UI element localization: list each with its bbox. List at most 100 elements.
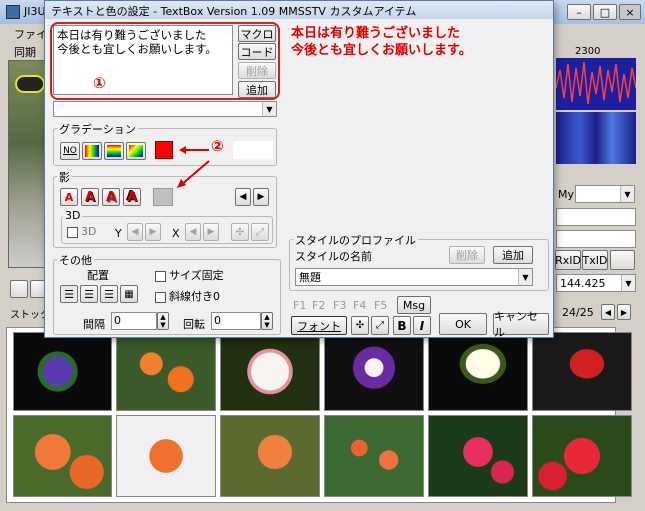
expand-icon: ⤢ — [376, 320, 384, 331]
msg-button[interactable]: Msg — [397, 296, 431, 314]
spacing-input[interactable]: 0 — [111, 312, 157, 330]
rotation-input[interactable]: 0 — [211, 312, 261, 330]
fkey-f2[interactable]: F2 — [312, 299, 325, 312]
bold-button[interactable]: B — [393, 316, 411, 335]
maximize-icon: □ — [599, 5, 611, 19]
frequency-label: 2300 — [575, 46, 601, 57]
shadow-3d-check-icon — [67, 226, 78, 238]
gradation-color-preview — [233, 141, 273, 159]
shadow-style-1-button[interactable]: A — [60, 188, 78, 206]
rxid-button[interactable]: RxID — [555, 250, 581, 270]
arrow-right-icon: ▶ — [620, 307, 628, 317]
fkey-f3[interactable]: F3 — [333, 299, 346, 312]
shadow-style-4-button[interactable]: A — [123, 188, 141, 206]
spacing-spinner[interactable]: ▲ ▼ — [157, 312, 169, 330]
my-call-combo[interactable]: ▼ — [575, 185, 635, 203]
dialog-title-bar: テキストと色の設定 - TextBox Version 1.09 MMSSTV … — [45, 1, 553, 19]
italic-button[interactable]: I — [413, 316, 431, 335]
maximize-button[interactable]: □ — [593, 4, 617, 20]
align-left-button[interactable]: ☰ — [60, 285, 78, 303]
thumbnail-12[interactable] — [532, 415, 632, 497]
fkey-f4[interactable]: F4 — [353, 299, 366, 312]
fixed-size-check-icon — [155, 270, 166, 282]
fixed-size-checkbox[interactable]: サイズ固定 — [155, 267, 224, 283]
y-increment-button[interactable]: ▶ — [145, 223, 161, 241]
thumbnail-5[interactable] — [428, 332, 528, 411]
thumbnail-4[interactable] — [324, 332, 424, 411]
thumbnail-3[interactable] — [220, 332, 320, 411]
style-delete-button[interactable]: 削除 — [449, 246, 485, 264]
annotation-marker-1: ① — [93, 74, 106, 92]
minimize-button[interactable]: – — [567, 4, 591, 20]
fkey-f5[interactable]: F5 — [374, 299, 387, 312]
rsv-button[interactable] — [610, 250, 635, 270]
annotation-arrow-diagonal — [177, 160, 210, 188]
align-center-icon: ☰ — [84, 287, 94, 301]
shadow-style-2-button[interactable]: A — [81, 188, 99, 206]
solid-color-swatch[interactable] — [155, 141, 173, 159]
font-expand-button[interactable]: ⤢ — [371, 316, 389, 335]
ok-button[interactable]: OK — [439, 313, 487, 335]
arrow-left-icon: ◀ — [239, 192, 247, 202]
text-history-combo[interactable]: ▼ — [53, 101, 277, 117]
preview-text-line1: 本日は有り難うございました — [291, 26, 461, 41]
cancel-button[interactable]: キャンセル — [493, 310, 549, 339]
style-add-button[interactable]: 追加 — [493, 246, 533, 264]
annotation-arrow-left — [179, 146, 209, 154]
gradation-label: グラデーション — [57, 121, 138, 137]
shadow-left-button[interactable]: ◀ — [235, 188, 251, 206]
main-tool-1[interactable] — [10, 280, 28, 298]
shrink-button[interactable]: ✣ — [231, 223, 249, 241]
style-name-label: スタイルの名前 — [295, 250, 372, 263]
fkey-f1[interactable]: F1 — [293, 299, 306, 312]
gradation-no-button[interactable]: NO — [60, 142, 80, 160]
align-justify-button[interactable]: ▦ — [120, 285, 138, 303]
style-name-combo[interactable]: 無題 ▼ — [295, 268, 533, 286]
thumbnail-7[interactable] — [13, 415, 112, 497]
expand-icon: ⤢ — [256, 226, 264, 238]
slanted-checkbox[interactable]: 斜線付き0 — [155, 288, 220, 304]
shadow-style-3-button[interactable]: A — [102, 188, 120, 206]
y-label: Y — [115, 227, 122, 240]
chevron-down-icon: ▼ — [620, 186, 634, 202]
minimize-icon: – — [576, 5, 582, 19]
align-center-button[interactable]: ☰ — [80, 285, 98, 303]
gradation-vertical-button[interactable] — [104, 142, 124, 160]
shadow-3d-checkbox[interactable]: 3D — [67, 225, 96, 238]
right-field-2[interactable] — [556, 230, 636, 248]
y-decrement-button[interactable]: ◀ — [127, 223, 143, 241]
shadow-color-swatch[interactable] — [153, 188, 173, 206]
x-decrement-button[interactable]: ◀ — [185, 223, 201, 241]
slanted-check-icon — [155, 291, 166, 303]
app-icon — [6, 5, 20, 19]
close-button[interactable]: × — [619, 4, 641, 20]
thumbnail-9[interactable] — [220, 415, 320, 497]
right-field-1[interactable] — [556, 208, 636, 226]
txid-button[interactable]: TxID — [582, 250, 608, 270]
gradation-diagonal-button[interactable] — [126, 142, 146, 160]
chevron-down-icon: ▼ — [621, 275, 635, 291]
main-window-title: JI3U — [24, 5, 46, 18]
x-increment-button[interactable]: ▶ — [203, 223, 219, 241]
arrow-right-icon: ▶ — [207, 227, 215, 237]
font-button[interactable]: フォント — [291, 316, 347, 335]
dialog-title: テキストと色の設定 - TextBox Version 1.09 MMSSTV … — [51, 5, 417, 18]
align-right-button[interactable]: ☰ — [100, 285, 118, 303]
shadow-3d-label: 3D — [63, 209, 83, 222]
page-next-button[interactable]: ▶ — [617, 304, 631, 320]
shadow-right-button[interactable]: ▶ — [253, 188, 269, 206]
spin-down-icon: ▼ — [160, 321, 166, 329]
rotation-spinner[interactable]: ▲ ▼ — [261, 312, 273, 330]
thumbnail-2[interactable] — [116, 332, 216, 411]
thumbnail-1[interactable] — [13, 332, 112, 411]
page-prev-button[interactable]: ◀ — [601, 304, 615, 320]
thumbnail-10[interactable] — [324, 415, 424, 497]
thumbnail-11[interactable] — [428, 415, 528, 497]
expand-button[interactable]: ⤢ — [251, 223, 269, 241]
other-label: その他 — [57, 252, 94, 268]
font-shrink-button[interactable]: ✣ — [351, 316, 369, 335]
thumbnail-6[interactable] — [532, 332, 632, 411]
frequency-combo[interactable]: 144.425 ▼ — [556, 274, 636, 292]
thumbnail-8[interactable] — [116, 415, 216, 497]
gradation-horizontal-button[interactable] — [82, 142, 102, 160]
